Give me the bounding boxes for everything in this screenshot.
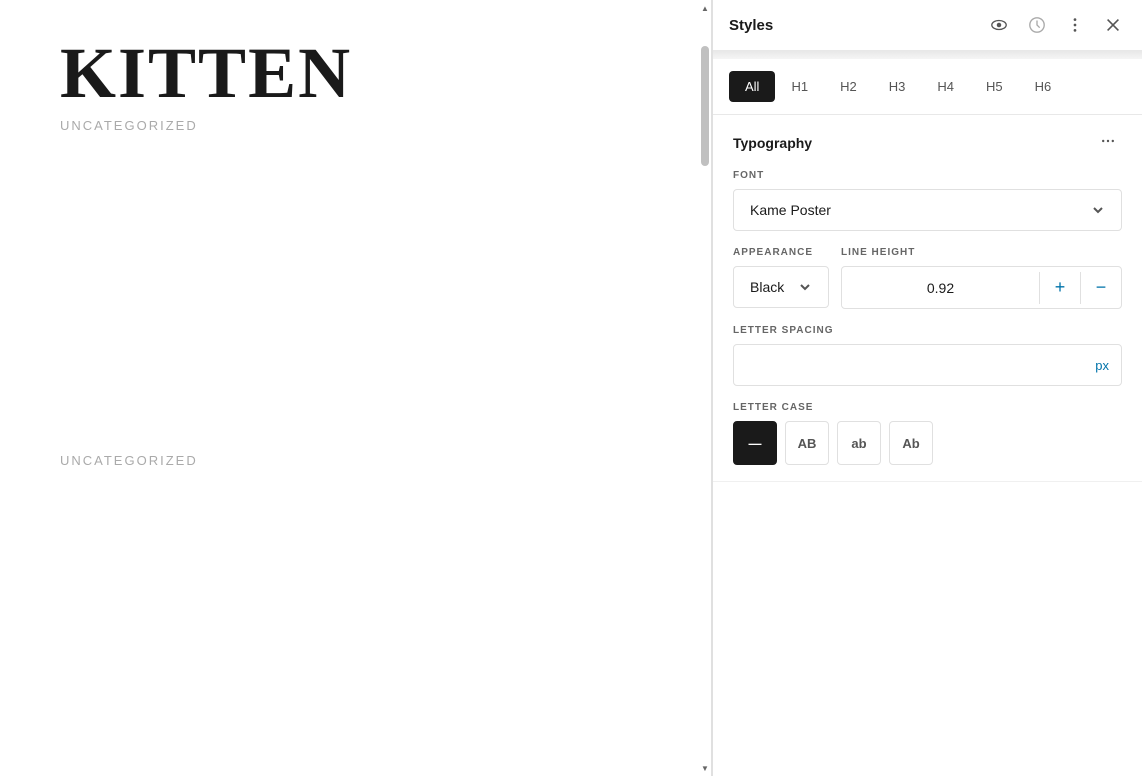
more-options-button[interactable] bbox=[1062, 12, 1088, 38]
uncategorized-label-1: UNCATEGORIZED bbox=[60, 118, 651, 133]
appearance-dropdown[interactable]: Black bbox=[733, 266, 829, 308]
tab-h2[interactable]: H2 bbox=[824, 71, 873, 102]
tab-h3[interactable]: H3 bbox=[873, 71, 922, 102]
scroll-down-arrow[interactable]: ▼ bbox=[699, 760, 711, 776]
eye-icon bbox=[990, 16, 1008, 34]
history-icon bbox=[1028, 16, 1046, 34]
letter-case-controls: — AB ab Ab bbox=[733, 421, 1122, 465]
close-icon bbox=[1104, 16, 1122, 34]
case-lowercase-label: ab bbox=[851, 436, 866, 451]
appearance-chevron-icon bbox=[798, 280, 812, 294]
typography-section-title: Typography bbox=[733, 135, 812, 151]
appearance-lineheight-row: APPEARANCE Black LINE HEIGHT + bbox=[733, 247, 1122, 309]
font-value: Kame Poster bbox=[750, 202, 831, 218]
scroll-thumb[interactable] bbox=[701, 46, 709, 166]
tab-all[interactable]: All bbox=[729, 71, 775, 102]
more-icon bbox=[1066, 16, 1084, 34]
eye-button[interactable] bbox=[986, 12, 1012, 38]
tab-h5[interactable]: H5 bbox=[970, 71, 1019, 102]
heading-tabs: All H1 H2 H3 H4 H5 H6 bbox=[713, 59, 1142, 115]
styles-header: Styles bbox=[713, 0, 1142, 51]
tab-h1[interactable]: H1 bbox=[775, 71, 824, 102]
uncategorized-label-2: UNCATEGORIZED bbox=[60, 453, 651, 468]
canvas-content: KITTEN UNCATEGORIZED UNCATEGORIZED bbox=[0, 0, 711, 508]
tab-h4[interactable]: H4 bbox=[921, 71, 970, 102]
line-height-control: + − bbox=[841, 266, 1122, 309]
styles-body: All H1 H2 H3 H4 H5 H6 Typography bbox=[713, 51, 1142, 776]
font-dropdown[interactable]: Kame Poster bbox=[733, 189, 1122, 231]
appearance-value: Black bbox=[750, 279, 784, 295]
case-none-button[interactable]: — bbox=[733, 421, 777, 465]
case-uppercase-button[interactable]: AB bbox=[785, 421, 829, 465]
tab-h6[interactable]: H6 bbox=[1019, 71, 1068, 102]
typography-section-header: Typography bbox=[733, 131, 1122, 154]
line-height-decrement-button[interactable]: − bbox=[1081, 267, 1121, 308]
kitten-title: KITTEN bbox=[60, 40, 651, 106]
letter-spacing-input[interactable] bbox=[746, 357, 1095, 373]
close-button[interactable] bbox=[1100, 12, 1126, 38]
line-height-column: LINE HEIGHT + − bbox=[841, 247, 1122, 309]
letter-case-label: LETTER CASE bbox=[733, 402, 1122, 413]
canvas-area: KITTEN UNCATEGORIZED UNCATEGORIZED ▲ ▼ bbox=[0, 0, 712, 776]
font-label: FONT bbox=[733, 170, 1122, 181]
styles-header-icons bbox=[986, 12, 1126, 38]
case-capitalize-button[interactable]: Ab bbox=[889, 421, 933, 465]
typography-menu-button[interactable] bbox=[1094, 131, 1122, 154]
chevron-down-icon bbox=[1091, 203, 1105, 217]
canvas-scrollbar[interactable]: ▲ ▼ bbox=[699, 0, 711, 776]
line-height-increment-button[interactable]: + bbox=[1040, 267, 1080, 308]
case-uppercase-label: AB bbox=[798, 436, 817, 451]
gradient-bar bbox=[713, 51, 1142, 59]
styles-panel: Styles bbox=[712, 0, 1142, 776]
case-none-icon: — bbox=[749, 436, 762, 451]
letter-spacing-label: LETTER SPACING bbox=[733, 325, 1122, 336]
letter-spacing-unit: px bbox=[1095, 358, 1109, 373]
case-capitalize-label: Ab bbox=[902, 436, 919, 451]
typography-section: Typography FONT Kame Poster bbox=[713, 115, 1142, 482]
appearance-label: APPEARANCE bbox=[733, 247, 829, 258]
line-height-label: LINE HEIGHT bbox=[841, 247, 1122, 258]
appearance-column: APPEARANCE Black bbox=[733, 247, 829, 309]
scroll-up-arrow[interactable]: ▲ bbox=[699, 0, 711, 16]
typography-more-icon bbox=[1100, 133, 1116, 149]
letter-spacing-control: px bbox=[733, 344, 1122, 386]
styles-panel-title: Styles bbox=[729, 17, 773, 34]
history-button[interactable] bbox=[1024, 12, 1050, 38]
line-height-input[interactable] bbox=[842, 270, 1039, 306]
case-lowercase-button[interactable]: ab bbox=[837, 421, 881, 465]
